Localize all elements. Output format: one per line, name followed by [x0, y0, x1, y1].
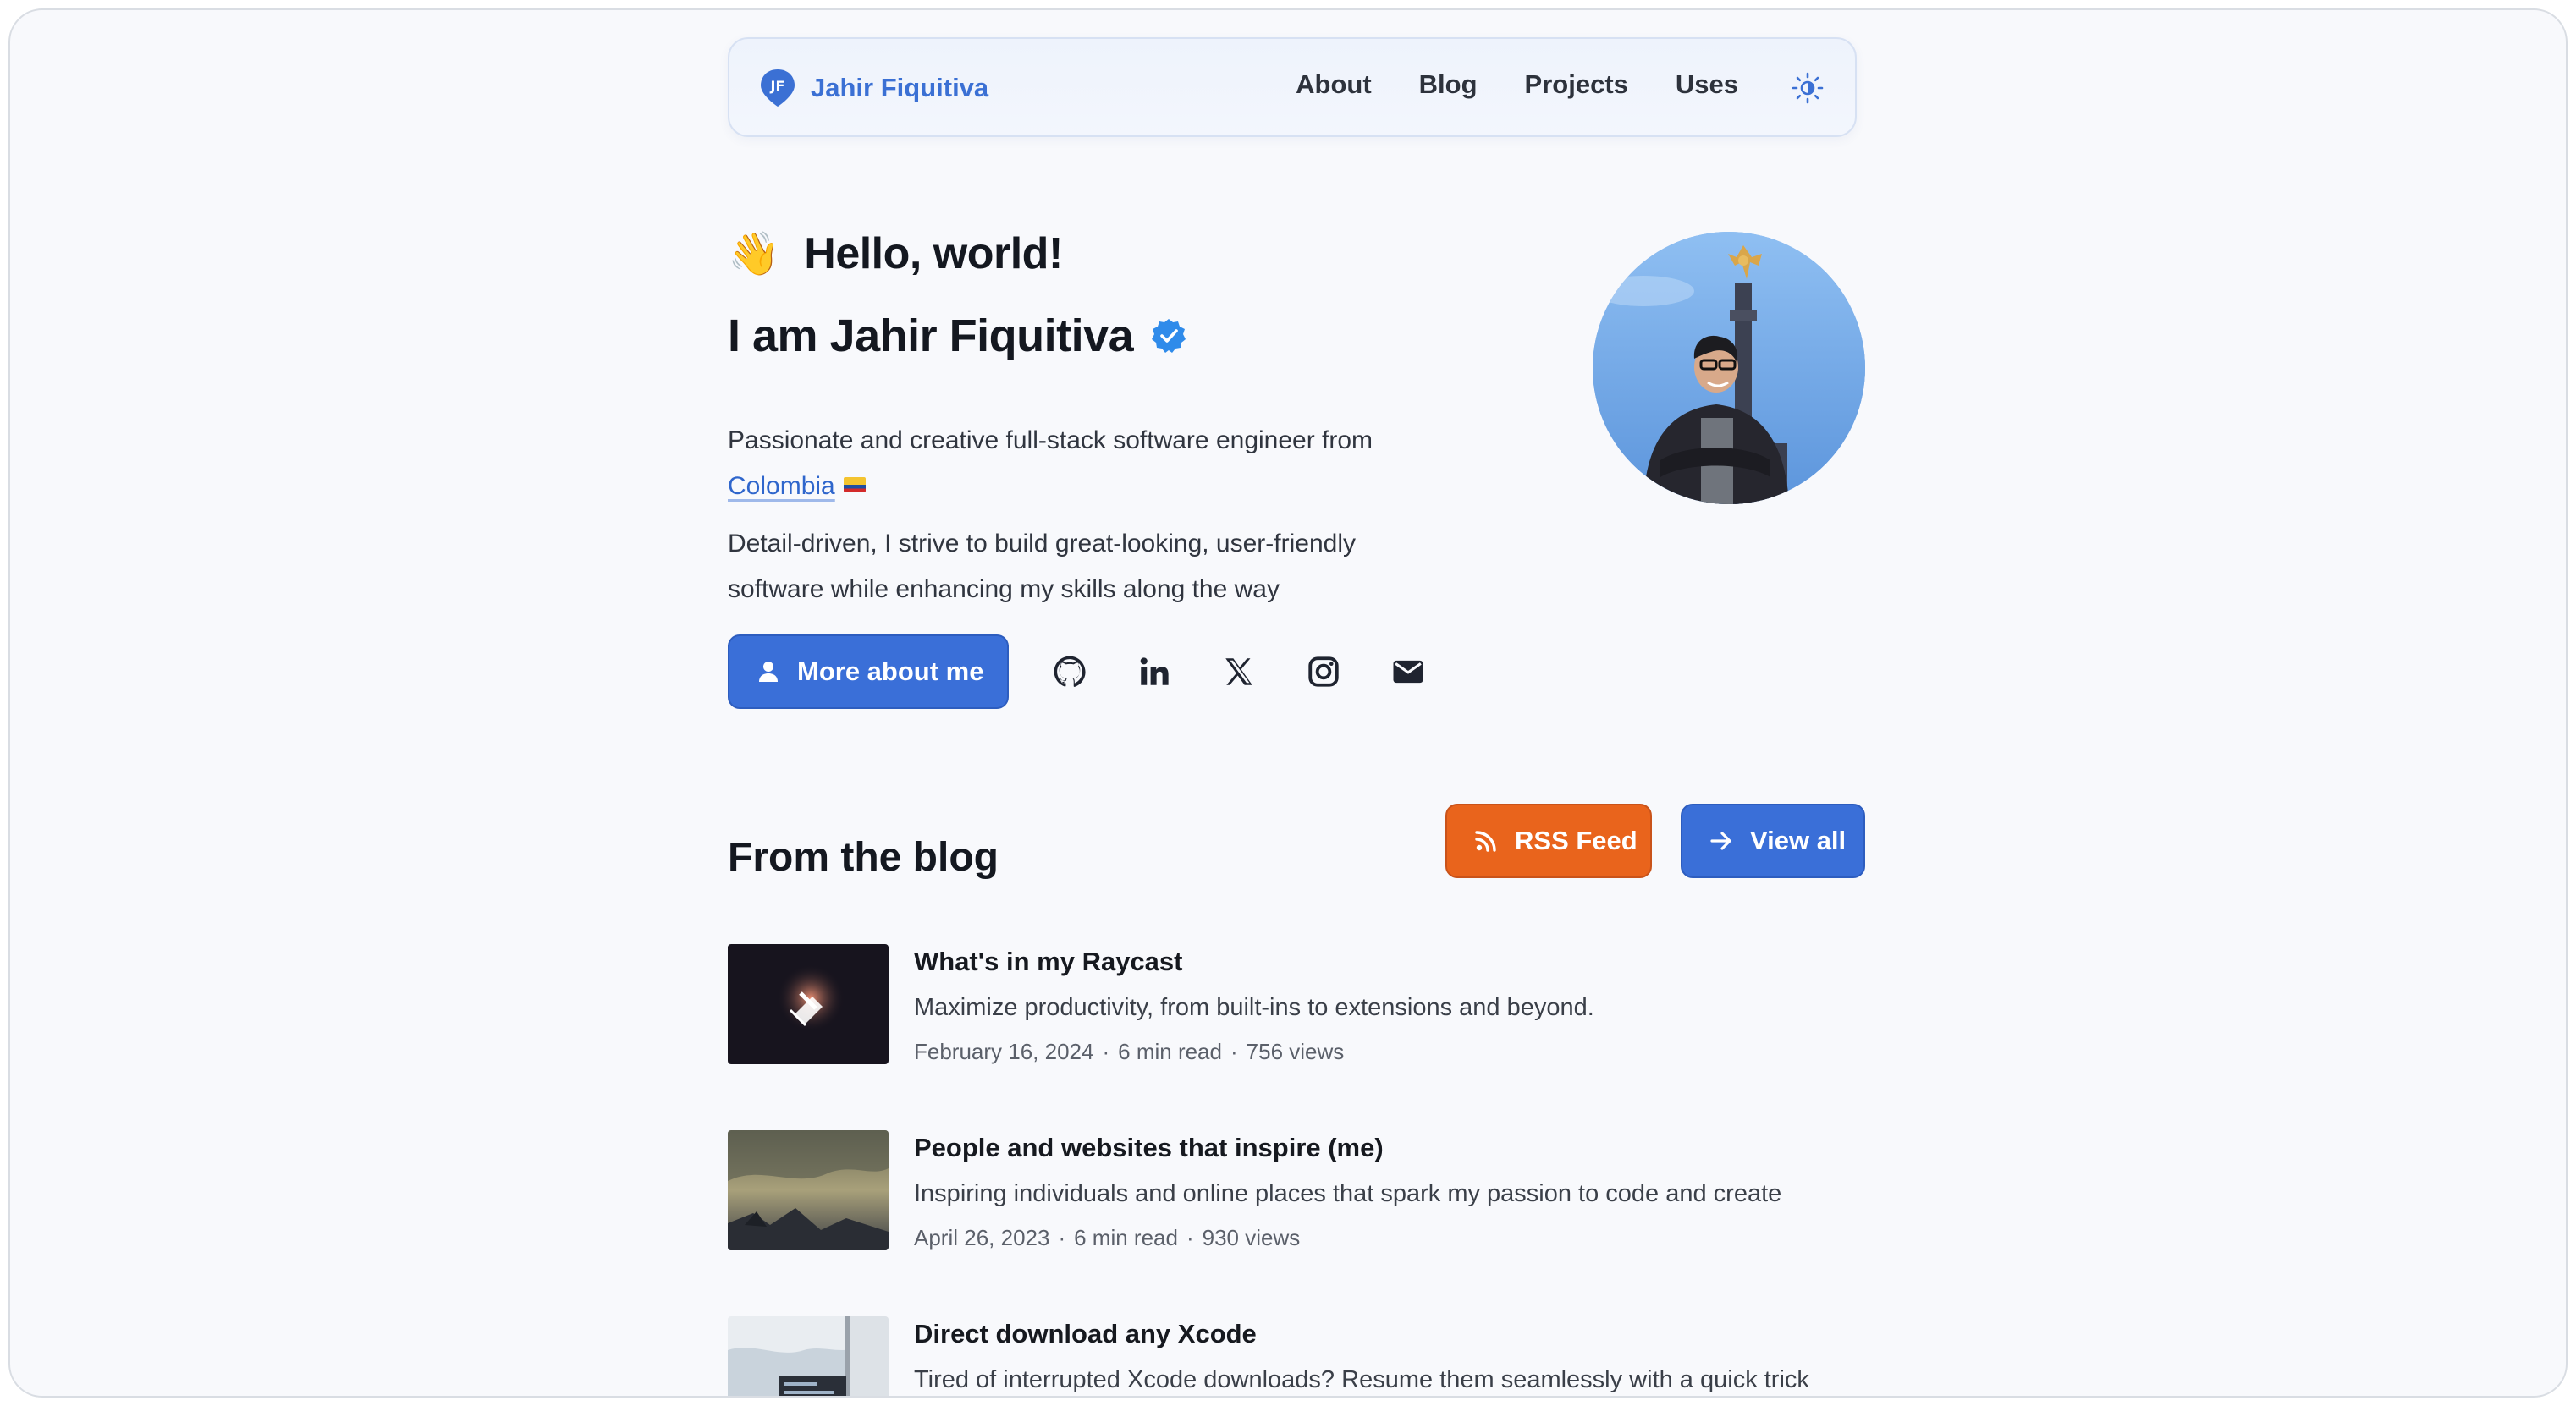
post-title: What's in my Raycast [914, 947, 1183, 976]
user-icon [759, 662, 778, 682]
github-link[interactable] [1051, 653, 1088, 690]
post-views: 756 views [1246, 1039, 1345, 1064]
nav-uses[interactable]: Uses [1676, 69, 1738, 100]
intro-text: I am Jahir Fiquitiva [728, 310, 1134, 361]
bio-paragraph-2: Detail-driven, I strive to build great-l… [728, 530, 1356, 603]
post-views: 930 views [1202, 1225, 1301, 1250]
hero-actions: More about me [728, 634, 1427, 709]
post-meta: February 16, 2024 · 6 min read · 756 views [914, 1039, 1345, 1064]
post-thumbnail [728, 1316, 889, 1396]
x-icon [1225, 658, 1253, 685]
more-about-me-label: More about me [797, 656, 984, 686]
rss-feed-button[interactable]: RSS Feed [1445, 804, 1652, 878]
site-header: JF Jahir Fiquitiva About Blog Projects U… [728, 37, 1857, 137]
verified-badge-icon [1152, 319, 1186, 353]
nav-about[interactable]: About [1296, 69, 1372, 100]
colombia-flag-icon [843, 477, 866, 493]
post-thumbnail [728, 1130, 889, 1250]
browser-frame: JF Jahir Fiquitiva About Blog Projects U… [8, 8, 2568, 1398]
post-text: What's in my Raycast Maximize productivi… [914, 944, 1865, 1068]
nav-projects[interactable]: Projects [1525, 69, 1628, 100]
social-links [1051, 653, 1427, 690]
post-meta: April 26, 2023 · 6 min read · 930 views [914, 1225, 1301, 1250]
post-text: People and websites that inspire (me) In… [914, 1130, 1865, 1254]
more-about-me-button[interactable]: More about me [728, 634, 1010, 709]
bio-text-1: Passionate and creative full-stack softw… [728, 426, 1373, 454]
linkedin-icon [1141, 657, 1170, 685]
greeting: 👋 Hello, world! [728, 228, 1063, 279]
post-date: April 26, 2023 [914, 1225, 1050, 1250]
rss-icon [1475, 831, 1496, 852]
country-link[interactable]: Colombia [728, 472, 835, 500]
linkedin-link[interactable] [1136, 653, 1173, 690]
brand-link[interactable]: JF Jahir Fiquitiva [758, 68, 988, 108]
avatar [1593, 232, 1865, 504]
intro-heading: I am Jahir Fiquitiva [728, 310, 1187, 362]
main-nav: About Blog Projects Uses [1296, 69, 1738, 100]
brand-name: Jahir Fiquitiva [811, 73, 989, 102]
instagram-icon [1308, 656, 1340, 687]
instagram-link[interactable] [1305, 653, 1342, 690]
post-title: People and websites that inspire (me) [914, 1133, 1384, 1162]
view-all-button[interactable]: View all [1681, 804, 1865, 878]
svg-text:JF: JF [770, 78, 785, 94]
arrow-right-icon [1710, 832, 1731, 850]
nav-blog[interactable]: Blog [1419, 69, 1478, 100]
bio-paragraph-1: Passionate and creative full-stack softw… [728, 418, 1456, 509]
logo-icon: JF [761, 69, 795, 107]
blog-section-title: From the blog [728, 835, 999, 880]
x-link[interactable] [1220, 653, 1258, 690]
view-all-label: View all [1750, 826, 1847, 855]
post-read-time: 6 min read [1118, 1039, 1222, 1064]
post-thumbnail [728, 944, 889, 1064]
post-title: Direct download any Xcode [914, 1319, 1257, 1348]
post-description: Tired of interrupted Xcode downloads? Re… [914, 1366, 1809, 1393]
email-link[interactable] [1390, 653, 1427, 690]
avatar-photo [1593, 232, 1865, 504]
github-icon [1054, 656, 1087, 687]
post-date: February 16, 2024 [914, 1039, 1094, 1064]
greeting-text: Hello, world! [804, 229, 1063, 278]
post-description: Maximize productivity, from built-ins to… [914, 994, 1594, 1021]
post-read-time: 6 min read [1074, 1225, 1178, 1250]
post-description: Inspiring individuals and online places … [914, 1180, 1782, 1207]
theme-toggle-icon[interactable] [1791, 71, 1825, 105]
email-icon [1393, 660, 1423, 684]
waving-hand-icon: 👋 [728, 230, 781, 277]
rss-feed-label: RSS Feed [1515, 826, 1638, 855]
post-text: Direct download any Xcode Tired of inter… [914, 1316, 1865, 1396]
